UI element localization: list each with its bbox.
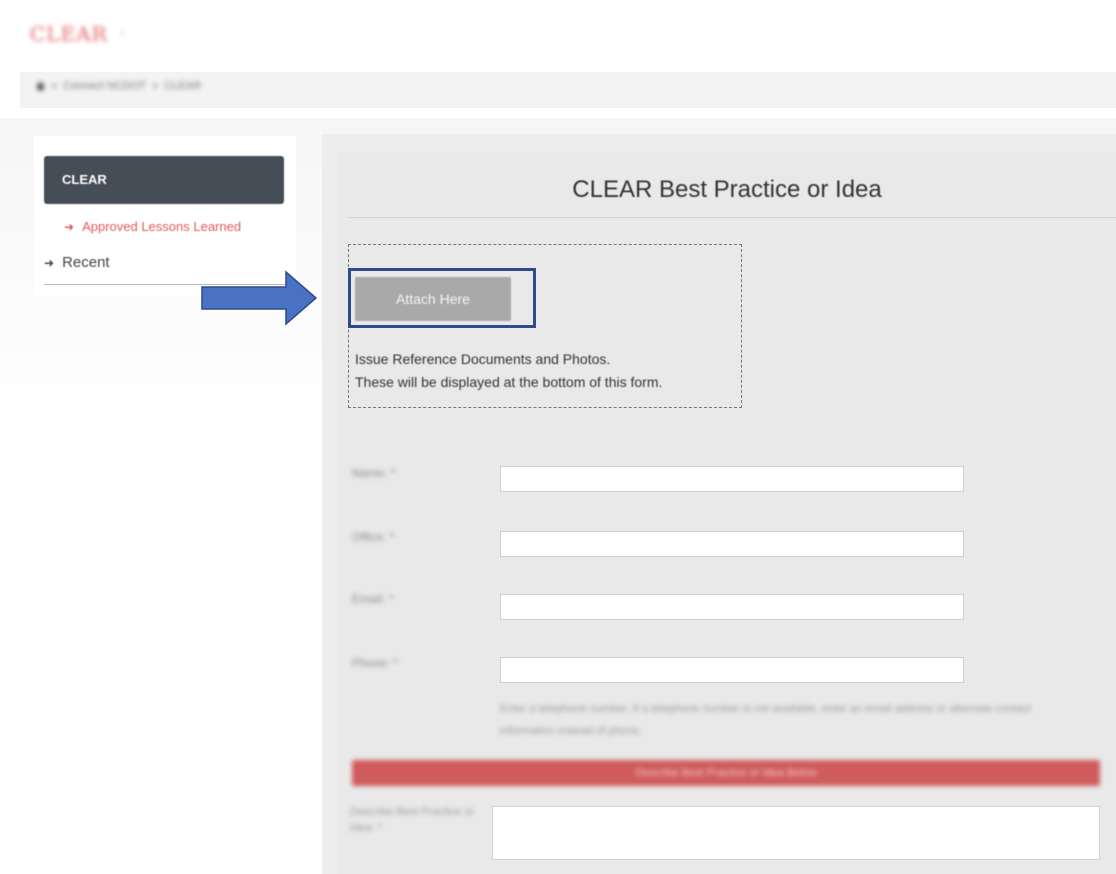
section-header-bar: Describe Best Practice or Idea Below: [352, 760, 1100, 786]
sidebar-item-approved-lessons[interactable]: ➜ Approved Lessons Learned: [64, 219, 241, 234]
attach-help-line: These will be displayed at the bottom of…: [355, 374, 663, 390]
office-label: Office: *: [352, 530, 395, 544]
attach-highlight-box: [348, 268, 536, 328]
office-field[interactable]: [500, 531, 964, 557]
email-label: Email: *: [352, 592, 394, 606]
arrow-right-icon: ➜: [44, 255, 55, 270]
name-label: Name: *: [352, 466, 396, 480]
breadcrumb-item-connect[interactable]: Connect NCDOT: [63, 80, 146, 92]
brand-separator: ›: [120, 24, 126, 41]
phone-help-text: Enter a telephone number. If a telephone…: [500, 703, 1031, 737]
attach-help-line: Issue Reference Documents and Photos.: [355, 351, 611, 367]
title-divider: [348, 217, 1116, 218]
description-label: Describe Best Practice or Idea: *: [350, 806, 475, 834]
breadcrumb-separator: »: [51, 80, 58, 92]
sidebar-item-label: Approved Lessons Learned: [82, 219, 242, 234]
callout-arrow-icon: [201, 270, 318, 326]
sidebar-header-label: CLEAR: [62, 172, 107, 187]
breadcrumb-item-clear[interactable]: CLEAR: [164, 80, 201, 92]
home-icon[interactable]: [36, 81, 45, 91]
section-header-label: Describe Best Practice or Idea Below: [635, 767, 817, 779]
arrow-right-icon: ➜: [64, 219, 75, 234]
app-brand[interactable]: CLEAR: [30, 22, 108, 46]
breadcrumb-separator: »: [152, 80, 159, 92]
email-field[interactable]: [500, 594, 964, 620]
name-field[interactable]: [500, 466, 964, 492]
sidebar-item-label: Recent: [62, 254, 110, 271]
page-title: CLEAR Best Practice or Idea: [572, 176, 882, 203]
sidebar-item-recent[interactable]: ➜ Recent: [44, 254, 110, 271]
breadcrumb: » Connect NCDOT » CLEAR: [36, 80, 201, 92]
description-field[interactable]: [492, 806, 1100, 860]
attach-help-text: Issue Reference Documents and Photos. Th…: [355, 348, 662, 394]
callout-arrow-shape: [201, 270, 318, 326]
phone-label: Phone: *: [352, 656, 399, 670]
phone-field[interactable]: [500, 657, 964, 683]
